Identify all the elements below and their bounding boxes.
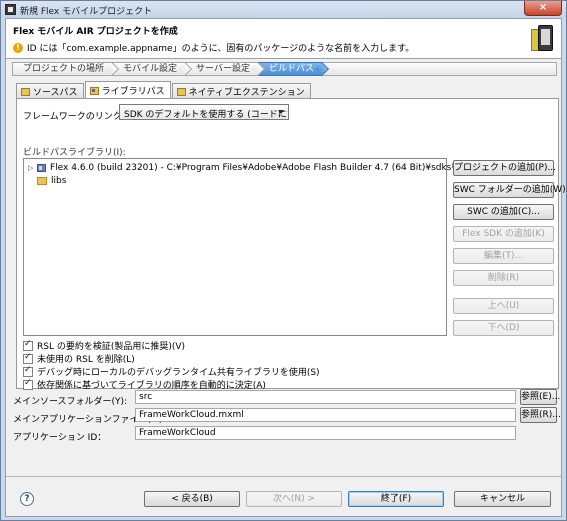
framework-linkage-value: SDK のデフォルトを使用する (コードにマージ) xyxy=(124,110,288,120)
wizard-client: Flex モバイル AIR プロジェクトを作成 ! ID には「com.exam… xyxy=(5,18,567,517)
library-icon xyxy=(89,86,99,95)
footer-divider xyxy=(6,476,561,477)
move-up-button[interactable]: 上へ(U) xyxy=(453,298,554,314)
flash-builder-app-icon xyxy=(5,4,16,15)
wizard-title: Flex モバイル AIR プロジェクトを作成 xyxy=(13,27,178,37)
checkbox-checked[interactable] xyxy=(23,352,33,364)
finish-button[interactable]: 終了(F) xyxy=(348,491,444,507)
tab-label: ライブラリパス xyxy=(101,87,165,97)
verify-rsl-digests-checkbox[interactable]: RSL の要約を検証(製品用に推奨)(V) xyxy=(23,339,320,352)
window-close-button[interactable]: × xyxy=(524,1,562,16)
folder-icon xyxy=(37,177,47,185)
step-project-location[interactable]: プロジェクトの場所 xyxy=(12,61,120,77)
checkbox-label: RSL の要約を検証(製品用に推奨)(V) xyxy=(37,342,186,352)
build-path-tree[interactable]: ▷ Flex 4.6.0 (build 23201) - C:¥Program … xyxy=(23,158,500,336)
build-path-libraries-label: ビルドパスライブラリ(I): xyxy=(23,148,126,158)
add-swc-folder-button[interactable]: SWC フォルダーの追加(W)... xyxy=(453,182,567,198)
expand-arrow-icon[interactable]: ▷ xyxy=(28,164,35,172)
wizard-steps: プロジェクトの場所 モバイル設定 サーバー設定 ビルドパス xyxy=(12,61,557,77)
add-flex-sdk-button[interactable]: Flex SDK の追加(K) xyxy=(453,226,554,242)
library-path-panel: フレームワークのリンク(K): SDK のデフォルトを使用する (コードにマージ… xyxy=(16,98,567,391)
application-id-label: アプリケーション ID： xyxy=(13,433,107,443)
wizard-window: 新規 Flex モバイルプロジェクト × Flex モバイル AIR プロジェク… xyxy=(0,0,567,521)
framework-linkage-select[interactable]: SDK のデフォルトを使用する (コードにマージ) xyxy=(119,104,289,120)
window-title: 新規 Flex モバイルプロジェクト xyxy=(20,7,153,17)
library-icon xyxy=(37,164,46,172)
tree-item-flex-sdk[interactable]: ▷ Flex 4.6.0 (build 23201) - C:¥Program … xyxy=(28,163,500,173)
back-button[interactable]: < 戻る(B) xyxy=(144,491,240,507)
move-down-button[interactable]: 下へ(D) xyxy=(453,320,554,336)
checkbox-checked[interactable] xyxy=(23,378,33,390)
checkbox-checked[interactable] xyxy=(23,339,33,351)
step-label: ビルドパス xyxy=(268,64,314,74)
edit-button[interactable]: 編集(T)... xyxy=(453,248,554,264)
step-label: プロジェクトの場所 xyxy=(23,64,105,74)
tab-source-path[interactable]: ソースパス xyxy=(16,83,84,98)
tab-native-extensions[interactable]: ネイティブエクステンション xyxy=(171,83,311,98)
main-source-folder-input[interactable]: src xyxy=(135,390,516,404)
tree-item-libs[interactable]: libs xyxy=(37,176,66,186)
add-project-button[interactable]: プロジェクトの追加(P)... xyxy=(453,160,556,176)
browse-application-file-button[interactable]: 参照(R)... xyxy=(520,407,561,423)
checkbox-label: 未使用の RSL を削除(L) xyxy=(37,355,135,365)
steps-filler xyxy=(321,62,557,76)
tab-library-path[interactable]: ライブラリパス xyxy=(84,81,171,98)
tree-item-label: Flex 4.6.0 (build 23201) - C:¥Program Fi… xyxy=(50,163,500,173)
wizard-message: ! ID には「com.example.appname」のように、固有のパッケー… xyxy=(13,41,414,54)
tab-label: ソースパス xyxy=(33,88,78,98)
main-application-file-input[interactable]: FrameWorkCloud.mxml xyxy=(135,408,516,422)
checkbox-label: デバッグ時にローカルのデバッグランタイム共有ライブラリを使用(S) xyxy=(37,368,320,378)
help-icon[interactable]: ? xyxy=(20,492,34,506)
main-source-folder-label: メインソースフォルダー(Y): xyxy=(13,397,128,407)
source-folder-icon xyxy=(21,87,30,96)
warning-icon: ! xyxy=(13,42,23,53)
step-server-settings[interactable]: サーバー設定 xyxy=(185,61,266,77)
add-swc-button[interactable]: SWC の追加(C)... xyxy=(453,204,554,220)
step-mobile-settings[interactable]: モバイル設定 xyxy=(112,61,193,77)
step-label: サーバー設定 xyxy=(196,64,250,74)
chevron-down-icon xyxy=(278,110,284,114)
remove-unused-rsl-checkbox[interactable]: 未使用の RSL を削除(L) xyxy=(23,352,320,365)
checkbox-checked[interactable] xyxy=(23,365,33,377)
next-button[interactable]: 次へ(N) > xyxy=(246,491,342,507)
native-extension-icon xyxy=(176,87,186,96)
step-label: モバイル設定 xyxy=(123,64,178,74)
step-build-path[interactable]: ビルドパス xyxy=(257,61,330,77)
browse-source-folder-button[interactable]: 参照(E)... xyxy=(520,389,560,405)
wizard-header: Flex モバイル AIR プロジェクトを作成 ! ID には「com.exam… xyxy=(6,19,561,59)
cancel-button[interactable]: キャンセル xyxy=(454,491,551,507)
rsl-options: RSL の要約を検証(製品用に推奨)(V) 未使用の RSL を削除(L) デバ… xyxy=(23,339,320,391)
tree-item-label: libs xyxy=(51,176,67,186)
use-local-debug-runtime-checkbox[interactable]: デバッグ時にローカルのデバッグランタイム共有ライブラリを使用(S) xyxy=(23,365,320,378)
title-bar[interactable]: 新規 Flex モバイルプロジェクト × xyxy=(1,1,566,18)
application-id-input[interactable]: FrameWorkCloud xyxy=(135,426,516,440)
build-path-tabs: ソースパス ライブラリパス ネイティブエクステンション xyxy=(16,81,312,98)
remove-button[interactable]: 削除(R) xyxy=(453,270,554,286)
mobile-device-icon xyxy=(531,23,555,53)
tab-label: ネイティブエクステンション xyxy=(188,88,305,98)
wizard-message-text: ID には「com.example.appname」のように、固有のパッケージの… xyxy=(27,44,415,54)
